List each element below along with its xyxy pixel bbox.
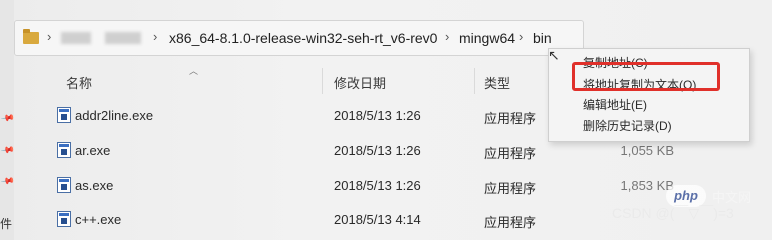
nav-item-label[interactable]: 件 (0, 215, 12, 232)
file-name: ar.exe (75, 143, 111, 158)
file-name: as.exe (75, 178, 114, 193)
file-date: 2018/5/13 1:26 (334, 178, 421, 193)
csdn-watermark: CSDN @(￣▽￣)=3 (612, 205, 734, 221)
sort-chevron-icon: ︿ (189, 66, 199, 76)
file-type: 应用程序 (484, 146, 537, 161)
breadcrumb-item[interactable]: mingw64 (459, 30, 515, 46)
menu-item-edit-address[interactable]: 编辑地址(E) (583, 96, 647, 113)
file-date: 2018/5/13 1:26 (334, 143, 421, 158)
file-size: 1,055 KB (620, 143, 675, 158)
file-name: c++.exe (75, 212, 122, 227)
breadcrumb-separator[interactable]: › (445, 29, 449, 44)
exe-file-icon (57, 107, 71, 123)
exe-file-icon (57, 211, 71, 227)
file-type: 应用程序 (484, 181, 537, 196)
column-header-date[interactable]: 修改日期 (334, 73, 386, 92)
file-type: 应用程序 (484, 111, 537, 126)
mouse-cursor-icon: ↖ (548, 47, 560, 63)
folder-icon (23, 29, 39, 44)
column-header-name[interactable]: 名称 (66, 73, 92, 92)
file-date: 2018/5/13 4:14 (334, 212, 421, 227)
file-name: addr2line.exe (75, 108, 154, 123)
column-header-type[interactable]: 类型 (484, 73, 510, 92)
column-divider[interactable] (474, 68, 475, 94)
blurred-crumb (105, 32, 141, 44)
breadcrumb-item[interactable]: bin (533, 30, 552, 46)
file-type: 应用程序 (484, 215, 537, 230)
file-row[interactable]: as.exe 2018/5/13 1:26 应用程序 1,853 KB (14, 170, 714, 204)
blurred-crumb (61, 32, 91, 44)
file-date: 2018/5/13 1:26 (334, 108, 421, 123)
file-row[interactable]: c++.exe 2018/5/13 4:14 应用程序 (14, 204, 714, 238)
breadcrumb-separator[interactable]: › (153, 29, 157, 44)
menu-item-delete-history[interactable]: 删除历史记录(D) (583, 117, 672, 134)
exe-file-icon (57, 177, 71, 193)
column-divider[interactable] (322, 68, 323, 94)
breadcrumb-separator[interactable]: › (47, 29, 51, 44)
breadcrumb-separator[interactable]: › (519, 29, 523, 44)
exe-file-icon (57, 142, 71, 158)
breadcrumb-item[interactable]: x86_64-8.1.0-release-win32-seh-rt_v6-rev… (169, 30, 437, 46)
address-bar[interactable]: › › x86_64-8.1.0-release-win32-seh-rt_v6… (14, 20, 584, 56)
file-size: 1,853 KB (620, 178, 675, 193)
annotation-highlight-box (572, 62, 720, 91)
